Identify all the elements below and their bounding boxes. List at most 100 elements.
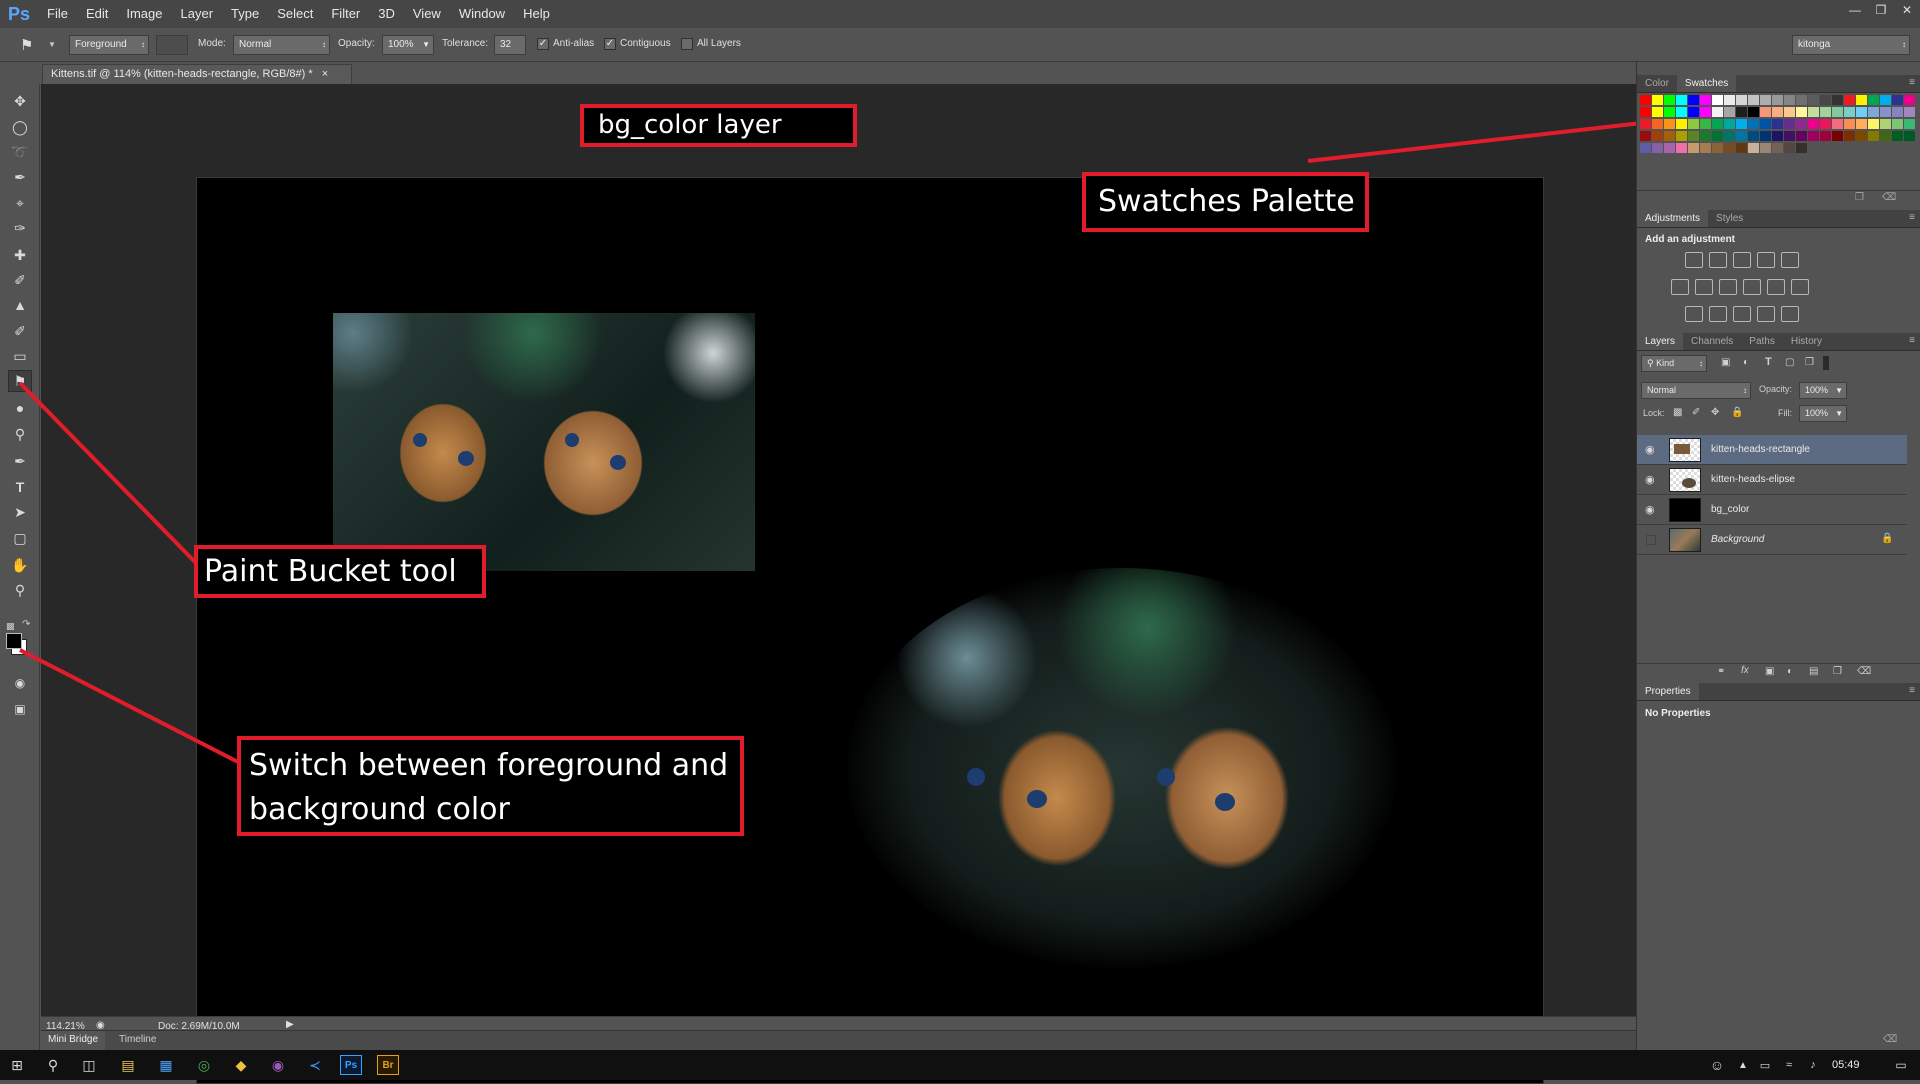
swatch[interactable] bbox=[1676, 95, 1687, 105]
menu-edit[interactable]: Edit bbox=[77, 0, 117, 28]
swatch[interactable] bbox=[1868, 107, 1879, 117]
swatch[interactable] bbox=[1796, 107, 1807, 117]
swatch[interactable] bbox=[1664, 95, 1675, 105]
swatch[interactable] bbox=[1832, 131, 1843, 141]
swatch[interactable] bbox=[1736, 107, 1747, 117]
swatch[interactable] bbox=[1772, 143, 1783, 153]
gradient-map-icon[interactable] bbox=[1781, 306, 1799, 322]
swatch[interactable] bbox=[1652, 131, 1663, 141]
swatch[interactable] bbox=[1736, 119, 1747, 129]
swatch[interactable] bbox=[1880, 95, 1891, 105]
swatch[interactable] bbox=[1808, 131, 1819, 141]
all-layers-checkbox[interactable] bbox=[681, 38, 693, 50]
swatch[interactable] bbox=[1664, 119, 1675, 129]
dodge-tool-icon[interactable]: ⚲ bbox=[8, 423, 32, 445]
swatch[interactable] bbox=[1724, 119, 1735, 129]
path-select-tool-icon[interactable]: ➤ bbox=[8, 501, 32, 523]
new-layer-icon[interactable]: ❐ bbox=[1833, 666, 1842, 677]
task-view-icon[interactable]: ◫ bbox=[78, 1055, 100, 1075]
swatch[interactable] bbox=[1856, 119, 1867, 129]
swatch[interactable] bbox=[1892, 107, 1903, 117]
swatch[interactable] bbox=[1760, 143, 1771, 153]
swatch[interactable] bbox=[1760, 107, 1771, 117]
menu-image[interactable]: Image bbox=[117, 0, 171, 28]
screen-mode-icon[interactable]: ▣ bbox=[8, 698, 32, 720]
document-tab[interactable]: Kittens.tif @ 114% (kitten-heads-rectang… bbox=[42, 64, 352, 84]
channel-mixer-icon[interactable] bbox=[1767, 279, 1785, 295]
paint-bucket-tool-icon[interactable]: ⚑ bbox=[8, 370, 32, 392]
new-group-icon[interactable]: ▤ bbox=[1809, 666, 1818, 677]
tab-layers[interactable]: Layers bbox=[1637, 333, 1684, 350]
zoom-tool-icon[interactable]: ⚲ bbox=[8, 579, 32, 601]
swatch[interactable] bbox=[1904, 95, 1915, 105]
swatch[interactable] bbox=[1820, 131, 1831, 141]
filter-toggle[interactable] bbox=[1823, 356, 1829, 370]
swatch[interactable] bbox=[1736, 143, 1747, 153]
layer-row-bg-color[interactable]: ◉ bg_color bbox=[1637, 495, 1907, 525]
swatch[interactable] bbox=[1844, 95, 1855, 105]
swatch[interactable] bbox=[1640, 131, 1651, 141]
swatch[interactable] bbox=[1700, 131, 1711, 141]
trash-icon[interactable]: ⌫ bbox=[1857, 666, 1871, 677]
swatch[interactable] bbox=[1808, 95, 1819, 105]
swatch[interactable] bbox=[1748, 95, 1759, 105]
swatch[interactable] bbox=[1880, 131, 1891, 141]
trash-icon[interactable]: ⌫ bbox=[1882, 192, 1896, 203]
swatch[interactable] bbox=[1688, 107, 1699, 117]
threshold-icon[interactable] bbox=[1733, 306, 1751, 322]
swatch[interactable] bbox=[1820, 95, 1831, 105]
tab-swatches[interactable]: Swatches bbox=[1676, 75, 1737, 92]
type-tool-icon[interactable]: T bbox=[8, 476, 32, 498]
swatch[interactable] bbox=[1748, 131, 1759, 141]
swatch[interactable] bbox=[1832, 107, 1843, 117]
file-explorer-icon[interactable]: ▤ bbox=[117, 1055, 139, 1075]
bridge-taskbar-icon[interactable]: Br bbox=[377, 1055, 399, 1075]
swatch[interactable] bbox=[1760, 119, 1771, 129]
swatch[interactable] bbox=[1664, 143, 1675, 153]
panel-menu-icon[interactable]: ≡ bbox=[1909, 212, 1915, 223]
menu-window[interactable]: Window bbox=[450, 0, 514, 28]
swatch[interactable] bbox=[1676, 107, 1687, 117]
vscode-icon[interactable]: ≺ bbox=[304, 1055, 326, 1075]
swatch[interactable] bbox=[1676, 119, 1687, 129]
photo-filter-icon[interactable] bbox=[1743, 279, 1761, 295]
trash-icon[interactable]: ⌫ bbox=[1883, 1034, 1897, 1045]
foreground-color-swatch[interactable] bbox=[6, 633, 22, 649]
tab-paths[interactable]: Paths bbox=[1741, 333, 1783, 350]
clone-stamp-tool-icon[interactable]: ▲ bbox=[8, 294, 32, 316]
new-adjustment-icon[interactable]: ◐ bbox=[1787, 666, 1793, 677]
tab-properties[interactable]: Properties bbox=[1637, 683, 1699, 700]
swatch[interactable] bbox=[1868, 95, 1879, 105]
document-canvas[interactable] bbox=[196, 177, 1544, 1084]
swatch[interactable] bbox=[1736, 95, 1747, 105]
tab-styles[interactable]: Styles bbox=[1708, 210, 1751, 227]
swatch[interactable] bbox=[1808, 107, 1819, 117]
swatch[interactable] bbox=[1700, 107, 1711, 117]
swatch[interactable] bbox=[1700, 119, 1711, 129]
swatch[interactable] bbox=[1748, 107, 1759, 117]
layer-row-kitten-heads-elipse[interactable]: ◉ kitten-heads-elipse bbox=[1637, 465, 1907, 495]
pattern-picker[interactable] bbox=[156, 35, 188, 55]
swatch[interactable] bbox=[1700, 143, 1711, 153]
new-swatch-icon[interactable]: ❐ bbox=[1855, 192, 1864, 203]
filter-smart-object-icon[interactable]: ❐ bbox=[1805, 357, 1814, 368]
windows-start-icon[interactable]: ⊞ bbox=[6, 1055, 28, 1075]
swatch[interactable] bbox=[1688, 95, 1699, 105]
swatch[interactable] bbox=[1688, 143, 1699, 153]
photoshop-taskbar-icon[interactable]: Ps bbox=[340, 1055, 362, 1075]
menu-layer[interactable]: Layer bbox=[172, 0, 223, 28]
filter-type-icon[interactable]: T bbox=[1765, 356, 1772, 368]
swatch[interactable] bbox=[1868, 131, 1879, 141]
swatch[interactable] bbox=[1664, 107, 1675, 117]
app-icon[interactable]: ◉ bbox=[267, 1055, 289, 1075]
wifi-icon[interactable]: ≈ bbox=[1778, 1055, 1800, 1075]
swatch[interactable] bbox=[1724, 107, 1735, 117]
swatch[interactable] bbox=[1640, 143, 1651, 153]
swatch[interactable] bbox=[1652, 119, 1663, 129]
hue-saturation-icon[interactable] bbox=[1671, 279, 1689, 295]
swatch[interactable] bbox=[1832, 119, 1843, 129]
posterize-icon[interactable] bbox=[1709, 306, 1727, 322]
swatch[interactable] bbox=[1748, 119, 1759, 129]
workspace-select[interactable]: kitonga ↕ bbox=[1792, 35, 1910, 55]
menu-select[interactable]: Select bbox=[268, 0, 322, 28]
